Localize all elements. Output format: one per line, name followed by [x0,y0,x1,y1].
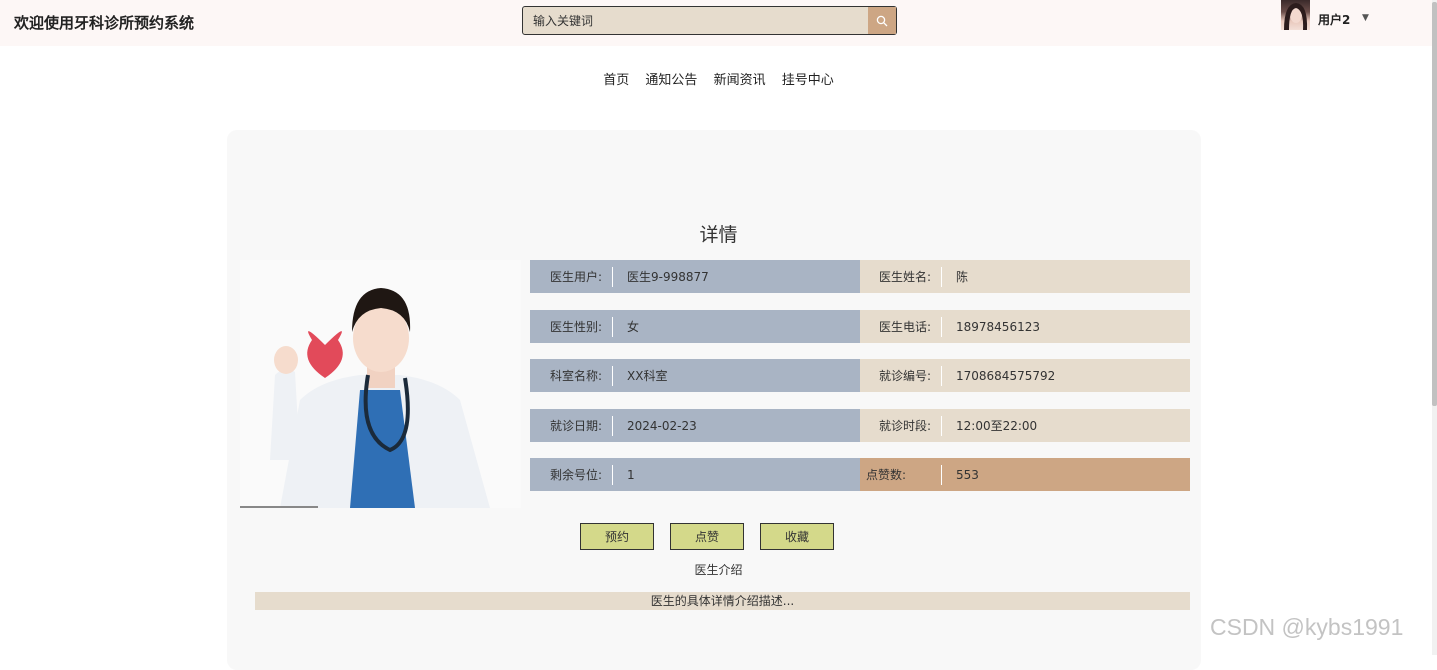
nav-item-notices[interactable]: 通知公告 [645,73,697,88]
field-value: 2024-02-23 [627,418,697,433]
username[interactable]: 用户2 [1318,11,1350,28]
field-label: 就诊时段: [860,415,942,436]
field-value: 医生9-998877 [627,270,709,284]
field-label: 剩余号位: [530,464,613,485]
field-visit-time: 就诊时段: 12:00至22:00 [860,409,1190,442]
field-label: 医生电话: [860,316,942,337]
search-icon [876,15,888,26]
field-doctor-account: 医生用户: 医生9-998877 [530,260,860,293]
user-avatar[interactable] [1281,0,1310,30]
field-value: XX科室 [627,369,668,383]
scrollbar-thumb[interactable] [1432,2,1437,406]
search-box [522,6,897,35]
field-value: 553 [956,467,979,482]
field-visit-number: 就诊编号: 1708684575792 [860,359,1190,392]
field-value: 18978456123 [956,319,1040,334]
photo-caption-bar [240,506,318,508]
field-value: 12:00至22:00 [956,419,1038,433]
field-remaining-slots: 剩余号位: 1 [530,458,860,491]
field-label: 医生姓名: [860,266,942,287]
field-label: 就诊日期: [530,415,613,436]
nav-item-home[interactable]: 首页 [603,73,629,88]
favorite-button[interactable]: 收藏 [760,523,834,550]
site-title: 欢迎使用牙科诊所预约系统 [14,14,195,32]
field-doctor-phone: 医生电话: 18978456123 [860,310,1190,343]
nav-item-news[interactable]: 新闻资讯 [714,73,766,88]
like-button[interactable]: 点赞 [670,523,744,550]
book-button[interactable]: 预约 [580,523,654,550]
intro-content: 医生的具体详情介绍描述... [255,592,1190,610]
field-value: 1708684575792 [956,368,1056,383]
doctor-photo [240,260,521,508]
watermark: CSDN @kybs1991 [1210,614,1404,640]
search-input[interactable] [523,7,868,34]
field-doctor-name: 医生姓名: 陈 [860,260,1190,293]
field-value: 女 [627,320,640,334]
field-label: 医生用户: [530,266,613,287]
field-value: 1 [627,467,635,482]
field-visit-date: 就诊日期: 2024-02-23 [530,409,860,442]
nav-item-registration[interactable]: 挂号中心 [782,73,834,88]
top-header: 欢迎使用牙科诊所预约系统 用户2 ▼ [0,0,1437,46]
field-like-count: 点赞数: 553 [860,458,1190,491]
field-value: 陈 [956,270,969,284]
caret-down-icon[interactable]: ▼ [1362,13,1369,23]
field-label: 科室名称: [530,365,613,386]
field-label: 医生性别: [530,316,613,337]
field-label: 点赞数: [860,464,942,485]
detail-title: 详情 [699,224,738,246]
field-doctor-gender: 医生性别: 女 [530,310,860,343]
main-nav: 首页 通知公告 新闻资讯 挂号中心 [0,69,1437,88]
search-button[interactable] [868,7,896,34]
field-label: 就诊编号: [860,365,942,386]
intro-title: 医生介绍 [694,563,743,577]
field-department: 科室名称: XX科室 [530,359,860,392]
